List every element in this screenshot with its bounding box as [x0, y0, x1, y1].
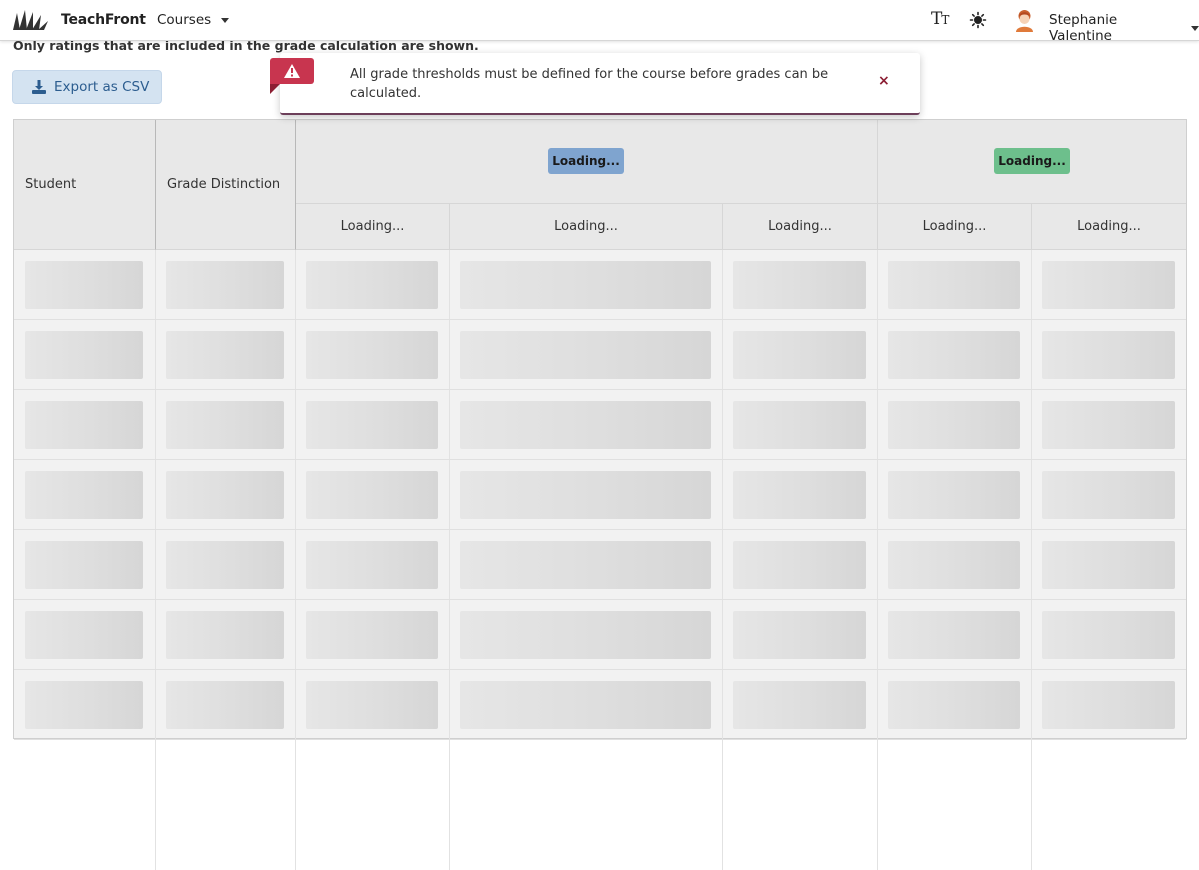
skeleton-cell [1042, 261, 1175, 309]
alert-toast: All grade thresholds must be defined for… [280, 53, 920, 115]
grades-table: Student Grade Distinction Loading... Loa… [13, 119, 1187, 870]
skeleton-cell [25, 401, 143, 449]
skeleton-cell [1042, 331, 1175, 379]
table-row [14, 530, 1186, 600]
text-size-icon[interactable]: TT [931, 9, 949, 29]
skeleton-cell [25, 681, 143, 729]
table-row [14, 460, 1186, 530]
teachfront-logo-icon[interactable] [11, 9, 49, 31]
sub-header[interactable]: Loading... [450, 204, 723, 250]
skeleton-cell [460, 331, 711, 379]
table-row [14, 320, 1186, 390]
group-2-loading-badge: Loading... [994, 148, 1070, 174]
skeleton-cell [1042, 471, 1175, 519]
column-header-grade-label: Grade Distinction [167, 177, 281, 192]
skeleton-cell [166, 261, 284, 309]
skeleton-cell [733, 331, 866, 379]
skeleton-cell [888, 681, 1020, 729]
chevron-down-icon [221, 18, 230, 23]
skeleton-cell [460, 611, 711, 659]
skeleton-cell [460, 401, 711, 449]
skeleton-cell [733, 611, 866, 659]
table-row [14, 670, 1186, 740]
skeleton-cell [460, 261, 711, 309]
skeleton-cell [306, 611, 438, 659]
skeleton-cell [25, 471, 143, 519]
skeleton-cell [306, 401, 438, 449]
skeleton-cell [25, 261, 143, 309]
skeleton-cell [888, 331, 1020, 379]
skeleton-cell [166, 331, 284, 379]
skeleton-cell [166, 401, 284, 449]
sub-header[interactable]: Loading... [296, 204, 450, 250]
skeleton-cell [888, 261, 1020, 309]
skeleton-cell [888, 401, 1020, 449]
skeleton-cell [888, 611, 1020, 659]
skeleton-cell [1042, 681, 1175, 729]
skeleton-cell [306, 331, 438, 379]
skeleton-cell [25, 611, 143, 659]
export-csv-button[interactable]: Export as CSV [12, 70, 162, 104]
avatar[interactable] [1013, 8, 1036, 32]
skeleton-cell [166, 541, 284, 589]
skeleton-cell [733, 681, 866, 729]
skeleton-cell [306, 681, 438, 729]
column-header-student-label: Student [25, 177, 77, 192]
skeleton-cell [733, 401, 866, 449]
sub-header[interactable]: Loading... [1032, 204, 1186, 250]
courses-label: Courses [157, 12, 212, 28]
user-name: Stephanie Valentine [1049, 12, 1118, 44]
skeleton-cell [733, 261, 866, 309]
skeleton-cell [25, 331, 143, 379]
top-navbar: TeachFront Courses TT Stephanie Valentin… [0, 0, 1199, 44]
group-header-1: Loading... [296, 120, 878, 204]
courses-menu[interactable]: Courses [157, 12, 230, 28]
skeleton-cell [306, 541, 438, 589]
skeleton-cell [1042, 541, 1175, 589]
skeleton-cell [733, 541, 866, 589]
warning-icon [284, 64, 300, 78]
warning-flag [270, 58, 314, 84]
skeleton-cell [888, 541, 1020, 589]
skeleton-cell [166, 611, 284, 659]
sub-header[interactable]: Loading... [878, 204, 1032, 250]
table-row [14, 600, 1186, 670]
chevron-down-icon [1191, 26, 1199, 31]
table-row [14, 390, 1186, 460]
skeleton-cell [166, 681, 284, 729]
skeleton-cell [166, 471, 284, 519]
skeleton-cell [460, 681, 711, 729]
group-1-loading-badge: Loading... [548, 148, 624, 174]
group-header-2: Loading... [878, 120, 1186, 204]
column-header-grade-distinction[interactable]: Grade Distinction [156, 120, 296, 250]
skeleton-cell [306, 261, 438, 309]
toast-message: All grade thresholds must be defined for… [350, 67, 829, 101]
sub-header[interactable]: Loading... [723, 204, 878, 250]
download-icon [32, 80, 46, 94]
close-icon[interactable]: × [878, 73, 890, 89]
skeleton-cell [1042, 611, 1175, 659]
brand-name[interactable]: TeachFront [61, 12, 146, 28]
warning-flag-tail [270, 84, 280, 94]
skeleton-cell [460, 471, 711, 519]
skeleton-cell [306, 471, 438, 519]
column-header-student[interactable]: Student [14, 120, 156, 250]
user-menu[interactable]: Stephanie Valentine [1049, 12, 1199, 44]
skeleton-cell [460, 541, 711, 589]
skeleton-cell [888, 471, 1020, 519]
sun-icon[interactable] [969, 11, 987, 29]
skeleton-cell [25, 541, 143, 589]
export-csv-label: Export as CSV [54, 79, 150, 95]
table-row [14, 250, 1186, 320]
skeleton-cell [1042, 401, 1175, 449]
skeleton-cell [733, 471, 866, 519]
